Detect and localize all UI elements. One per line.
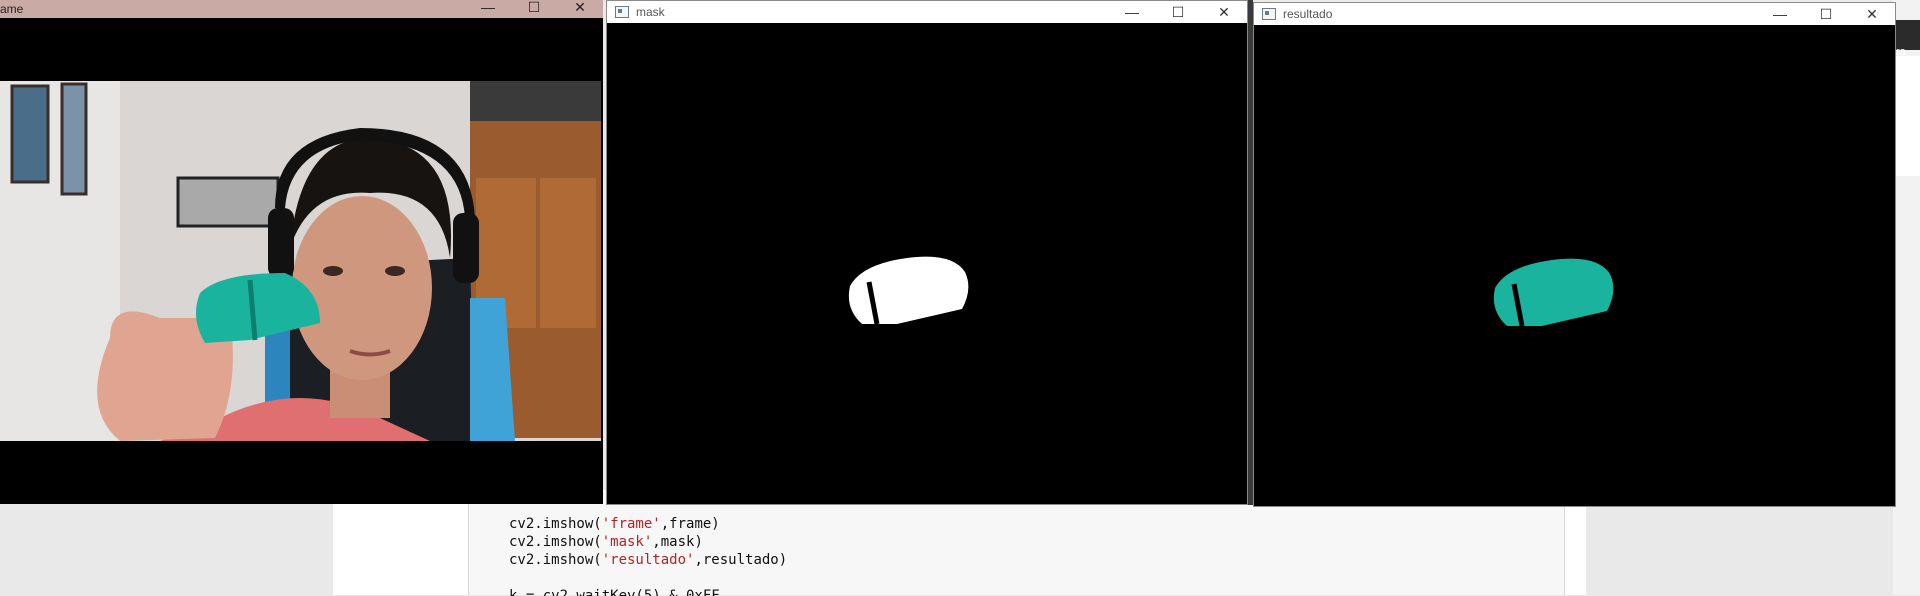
code-line-3: cv2.imshow('resultado',resultado) — [509, 552, 788, 568]
mask-titlebar[interactable]: mask — ☐ ✕ — [607, 1, 1247, 23]
mask-image — [607, 24, 1247, 504]
resultado-title: resultado — [1283, 7, 1333, 21]
mask-window[interactable]: mask — ☐ ✕ — [606, 0, 1248, 505]
resultado-canvas — [1254, 26, 1895, 506]
frame-canvas — [0, 18, 603, 504]
window-app-icon — [1262, 8, 1276, 20]
resultado-window[interactable]: resultado — ☐ ✕ — [1253, 2, 1896, 507]
frame-titlebar[interactable]: ame — ☐ ✕ — [0, 0, 603, 18]
resultado-image — [1254, 26, 1895, 506]
window-app-icon — [615, 6, 629, 18]
minimize-button[interactable]: — — [1757, 3, 1803, 25]
mask-title: mask — [636, 5, 665, 19]
background-app-edge: ra — [1893, 0, 1920, 595]
frame-title: ame — [0, 2, 24, 16]
close-button[interactable]: ✕ — [1849, 3, 1895, 25]
code-line-1: cv2.imshow('frame',frame) — [509, 516, 720, 532]
minimize-button[interactable]: — — [1109, 1, 1155, 23]
camera-image — [0, 18, 603, 504]
maximize-button[interactable]: ☐ — [1803, 3, 1849, 25]
minimize-button[interactable]: — — [465, 0, 511, 16]
code-block[interactable]: cv2.imshow('frame',frame) cv2.imshow('mas… — [509, 515, 787, 596]
maximize-button[interactable]: ☐ — [511, 0, 557, 16]
mask-canvas — [607, 24, 1247, 504]
code-line-2: cv2.imshow('mask',mask) — [509, 534, 703, 550]
close-button[interactable]: ✕ — [1201, 1, 1247, 23]
close-button[interactable]: ✕ — [557, 0, 603, 16]
resultado-titlebar[interactable]: resultado — ☐ ✕ — [1254, 3, 1895, 25]
maximize-button[interactable]: ☐ — [1155, 1, 1201, 23]
frame-window[interactable]: ame — ☐ ✕ — [0, 0, 603, 504]
